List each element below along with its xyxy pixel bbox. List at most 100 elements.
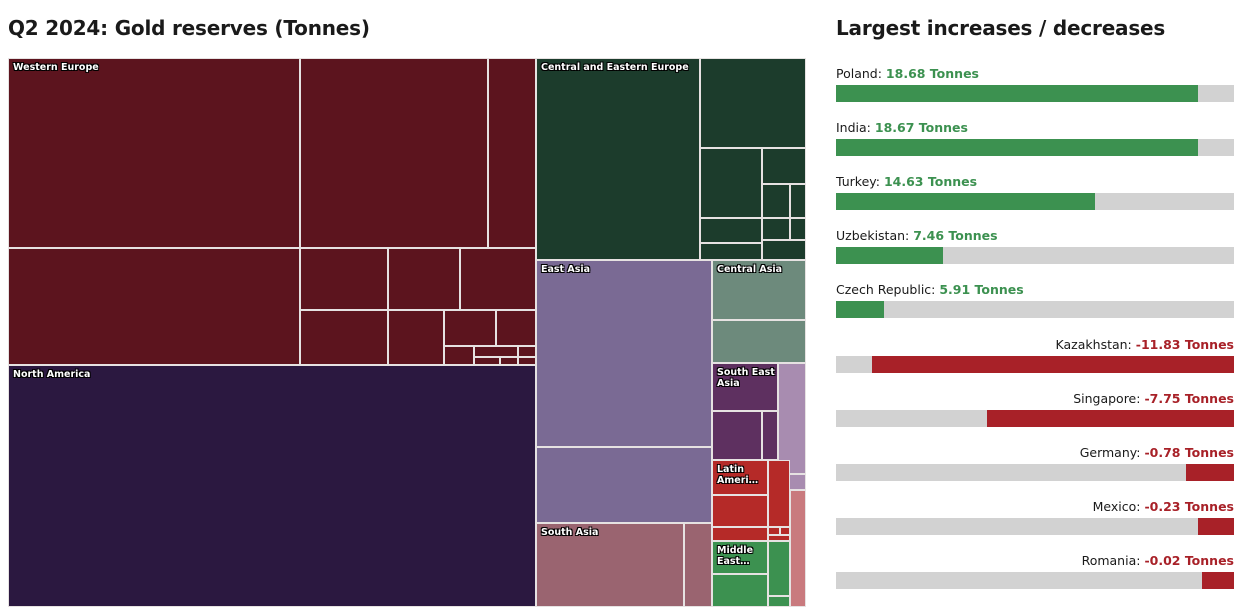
treemap-label-western-europe: Western Europe	[13, 62, 99, 73]
treemap-tile[interactable]	[388, 310, 444, 365]
treemap-tile-western-europe[interactable]: Western Europe	[8, 58, 300, 248]
change-bar-track	[836, 85, 1234, 102]
treemap-panel: Q2 2024: Gold reserves (Tonnes) Western …	[0, 0, 818, 607]
treemap-tile-east-asia[interactable]: East Asia	[536, 260, 712, 447]
change-row-turkey[interactable]: Turkey: 14.63 Tonnes	[836, 174, 1234, 210]
treemap-tile[interactable]	[518, 346, 536, 357]
change-label-romania: Romania: -0.02 Tonnes	[1081, 553, 1234, 568]
change-label-uzbekistan: Uzbekistan: 7.46 Tonnes	[836, 228, 998, 243]
treemap-tile[interactable]	[700, 58, 806, 148]
treemap-tile[interactable]	[536, 447, 712, 523]
change-label-mexico: Mexico: -0.23 Tonnes	[1092, 499, 1234, 514]
change-bar-fill-singapore	[987, 410, 1234, 427]
treemap-tile[interactable]	[300, 310, 388, 365]
change-bar-fill-romania	[1202, 572, 1234, 589]
treemap-tile-south-asia[interactable]: South Asia	[536, 523, 684, 607]
change-row-india[interactable]: India: 18.67 Tonnes	[836, 120, 1234, 156]
treemap-tile[interactable]	[712, 495, 768, 527]
change-label-germany: Germany: -0.78 Tonnes	[1079, 445, 1234, 460]
change-label-india: India: 18.67 Tonnes	[836, 120, 968, 135]
treemap-tile[interactable]	[444, 310, 496, 346]
treemap-tile[interactable]	[474, 357, 500, 365]
changes-panel: Largest increases / decreases Poland: 18…	[818, 0, 1234, 607]
treemap-tile[interactable]	[768, 527, 780, 535]
treemap-tile[interactable]	[496, 310, 536, 346]
treemap-tile[interactable]	[780, 527, 790, 535]
treemap-tile[interactable]	[444, 346, 474, 365]
change-label-poland: Poland: 18.68 Tonnes	[836, 66, 979, 81]
treemap-tile[interactable]	[700, 148, 762, 218]
treemap-tile[interactable]	[768, 596, 790, 607]
treemap-label-north-america: North America	[13, 369, 91, 380]
change-bar-fill-uzbekistan	[836, 247, 944, 264]
treemap-tile[interactable]	[474, 346, 518, 357]
change-bar-fill-mexico	[1198, 518, 1234, 535]
change-row-kazakhstan[interactable]: Kazakhstan: -11.83 Tonnes	[836, 337, 1234, 373]
treemap-tile[interactable]	[300, 248, 388, 310]
treemap-label-central-eastern-europe: Central and Eastern Europe	[541, 62, 689, 73]
treemap-label-latin-america: Latin Ameri…	[717, 464, 759, 486]
change-row-romania[interactable]: Romania: -0.02 Tonnes	[836, 553, 1234, 589]
treemap-tile[interactable]	[700, 218, 762, 243]
treemap-chart: Western Europe North America Central and…	[8, 58, 806, 607]
treemap-tile[interactable]	[460, 248, 536, 310]
change-bar-track	[836, 301, 1234, 318]
treemap-tile-north-america[interactable]: North America	[8, 365, 536, 607]
treemap-tile[interactable]	[790, 490, 806, 607]
treemap-tile-south-east-asia[interactable]: South East Asia	[712, 363, 778, 411]
treemap-tile[interactable]	[712, 320, 806, 363]
change-bar-track	[836, 464, 1234, 481]
treemap-tile[interactable]	[8, 248, 300, 365]
treemap-tile[interactable]	[762, 240, 806, 260]
treemap-tile[interactable]	[712, 411, 762, 460]
treemap-tile[interactable]	[300, 58, 488, 248]
treemap-tile[interactable]	[778, 363, 806, 474]
treemap-tile[interactable]	[762, 218, 790, 240]
change-row-czech-republic[interactable]: Czech Republic: 5.91 Tonnes	[836, 282, 1234, 318]
treemap-label-east-asia: East Asia	[541, 264, 591, 275]
treemap-label-south-asia: South Asia	[541, 527, 599, 538]
treemap-tile[interactable]	[518, 357, 536, 365]
treemap-tile[interactable]	[712, 574, 768, 607]
change-bar-fill-poland	[836, 85, 1199, 102]
treemap-label-central-asia: Central Asia	[717, 264, 783, 275]
treemap-tile[interactable]	[762, 411, 778, 460]
change-bar-track	[836, 139, 1234, 156]
change-bar-track	[836, 193, 1234, 210]
change-row-singapore[interactable]: Singapore: -7.75 Tonnes	[836, 391, 1234, 427]
treemap-title: Q2 2024: Gold reserves (Tonnes)	[8, 16, 370, 40]
change-row-germany[interactable]: Germany: -0.78 Tonnes	[836, 445, 1234, 481]
treemap-tile[interactable]	[684, 523, 712, 607]
treemap-tile-central-asia[interactable]: Central Asia	[712, 260, 806, 320]
change-row-poland[interactable]: Poland: 18.68 Tonnes	[836, 66, 1234, 102]
change-bar-track	[836, 410, 1234, 427]
gold-reserves-dashboard: Q2 2024: Gold reserves (Tonnes) Western …	[0, 0, 1234, 607]
treemap-tile[interactable]	[768, 541, 790, 596]
change-label-singapore: Singapore: -7.75 Tonnes	[1073, 391, 1234, 406]
treemap-tile[interactable]	[790, 218, 806, 240]
change-bar-fill-india	[836, 139, 1199, 156]
change-bar-fill-turkey	[836, 193, 1095, 210]
treemap-tile-central-eastern-europe[interactable]: Central and Eastern Europe	[536, 58, 700, 260]
treemap-tile[interactable]	[762, 184, 790, 218]
change-bar-fill-kazakhstan	[871, 356, 1234, 373]
changes-title: Largest increases / decreases	[836, 16, 1166, 40]
treemap-tile[interactable]	[768, 460, 790, 527]
change-row-uzbekistan[interactable]: Uzbekistan: 7.46 Tonnes	[836, 228, 1234, 264]
treemap-tile[interactable]	[388, 248, 460, 310]
treemap-tile[interactable]	[790, 184, 806, 218]
treemap-tile[interactable]	[700, 243, 762, 260]
treemap-tile[interactable]	[488, 58, 536, 248]
treemap-tile-middle-east[interactable]: Middle East…	[712, 541, 768, 574]
change-label-kazakhstan: Kazakhstan: -11.83 Tonnes	[1055, 337, 1234, 352]
treemap-label-middle-east: Middle East…	[717, 545, 754, 567]
change-row-mexico[interactable]: Mexico: -0.23 Tonnes	[836, 499, 1234, 535]
treemap-tile[interactable]	[500, 357, 518, 365]
treemap-tile[interactable]	[762, 148, 806, 184]
treemap-tile-latin-america[interactable]: Latin Ameri…	[712, 460, 768, 495]
change-bar-fill-czech-republic	[836, 301, 884, 318]
change-label-czech-republic: Czech Republic: 5.91 Tonnes	[836, 282, 1024, 297]
change-label-turkey: Turkey: 14.63 Tonnes	[836, 174, 978, 189]
treemap-tile[interactable]	[712, 527, 768, 541]
treemap-label-south-east-asia: South East Asia	[717, 367, 775, 389]
